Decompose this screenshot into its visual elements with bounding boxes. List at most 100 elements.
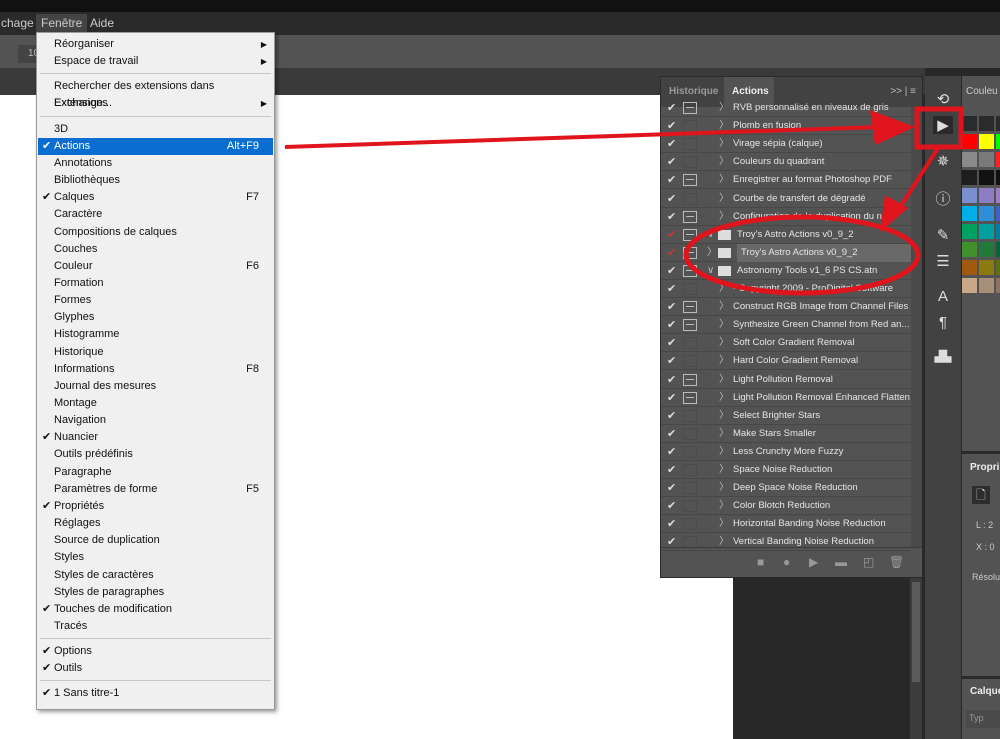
- color-swatch[interactable]: [979, 260, 994, 275]
- menu-item[interactable]: ✔ Propriétés: [38, 498, 273, 515]
- color-swatch[interactable]: [996, 242, 1000, 257]
- menu-item[interactable]: ✔ 1 Sans titre-1: [38, 685, 273, 702]
- expand-icon[interactable]: 〉: [719, 135, 729, 153]
- color-swatch[interactable]: [979, 206, 994, 221]
- color-swatch[interactable]: [962, 170, 977, 185]
- info-icon[interactable]: ⓘ: [933, 188, 953, 209]
- expand-icon[interactable]: 〉: [719, 515, 729, 533]
- dialog-toggle[interactable]: [683, 409, 697, 422]
- toggle-check-icon[interactable]: ✔: [667, 190, 676, 208]
- toggle-check-icon[interactable]: ✔: [667, 443, 676, 461]
- expand-icon[interactable]: 〉: [719, 171, 729, 189]
- action-row[interactable]: ✔ 〉 Hard Color Gradient Removal: [661, 352, 911, 371]
- action-row[interactable]: ✔ 〉 Plomb en fusion: [661, 117, 911, 136]
- menu-item[interactable]: ✔ Nuancier: [38, 429, 273, 446]
- menu-item[interactable]: Bibliothèques: [38, 172, 273, 189]
- color-panel-title[interactable]: Couleu: [966, 86, 998, 97]
- menu-item[interactable]: Caractère: [38, 206, 273, 223]
- expand-icon[interactable]: 〉: [719, 425, 729, 443]
- color-swatch[interactable]: [996, 260, 1000, 275]
- menu-item[interactable]: Styles: [38, 549, 273, 566]
- dialog-toggle[interactable]: [683, 373, 697, 386]
- action-row[interactable]: ✔ 〉 Enregistrer au format Photoshop PDF: [661, 171, 911, 190]
- dialog-toggle[interactable]: [683, 246, 697, 259]
- action-row[interactable]: ✔ 〉 Courbe de transfert de dégradé: [661, 190, 911, 208]
- dialog-toggle[interactable]: [683, 301, 697, 314]
- toggle-check-icon[interactable]: ✔: [667, 371, 676, 389]
- expand-icon[interactable]: 〉: [719, 443, 729, 461]
- navigator-icon[interactable]: ✵: [933, 152, 953, 170]
- action-row[interactable]: ✔ 〉 Configuration de la duplication du ni.…: [661, 208, 911, 226]
- color-swatch[interactable]: [979, 188, 994, 203]
- toggle-check-icon[interactable]: ✔: [667, 262, 676, 280]
- menu-item[interactable]: Journal des mesures: [38, 378, 273, 395]
- action-row[interactable]: ✔ ∨ Astronomy Tools v1_6 PS CS.atn: [661, 262, 911, 280]
- menu-item[interactable]: Montage: [38, 395, 273, 412]
- action-row[interactable]: ✔ 〉 Select Brighter Stars: [661, 407, 911, 425]
- dialog-toggle[interactable]: [683, 156, 697, 169]
- action-row[interactable]: ✔ 〉 Make Stars Smaller: [661, 425, 911, 443]
- color-swatch[interactable]: [979, 278, 994, 293]
- action-row[interactable]: ✔ 〉 RVB personnalisé en niveaux de gris: [661, 99, 911, 117]
- menu-item[interactable]: Extensions ▶: [38, 95, 273, 112]
- dialog-toggle[interactable]: [683, 192, 697, 205]
- color-swatch[interactable]: [962, 116, 977, 131]
- record-icon[interactable]: ●: [783, 555, 790, 569]
- action-row[interactable]: ✔ 〉 Couleurs du quadrant: [661, 153, 911, 172]
- menu-item[interactable]: Espace de travail ▶: [38, 53, 273, 70]
- toggle-check-icon[interactable]: ✔: [667, 99, 676, 117]
- toggle-check-icon[interactable]: ✔: [667, 117, 676, 135]
- actions-scrollbar[interactable]: [911, 107, 922, 547]
- color-swatch[interactable]: [979, 152, 994, 167]
- action-row[interactable]: ✔ 〉 Horizontal Banding Noise Reduction: [661, 515, 911, 534]
- trash-icon[interactable]: 🗑: [889, 555, 904, 569]
- expand-icon[interactable]: 〉: [719, 208, 729, 226]
- menu-item[interactable]: ✔ Outils: [38, 660, 273, 677]
- play-icon[interactable]: ▶: [809, 555, 818, 569]
- color-swatch[interactable]: [979, 242, 994, 257]
- histogram-icon[interactable]: ▟▙: [933, 350, 953, 363]
- expand-icon[interactable]: 〉: [719, 352, 729, 370]
- color-swatch[interactable]: [996, 206, 1000, 221]
- dialog-toggle[interactable]: [683, 319, 697, 332]
- expand-icon[interactable]: 〉: [719, 316, 729, 334]
- dialog-toggle[interactable]: [683, 391, 697, 404]
- dialog-toggle[interactable]: [683, 445, 697, 458]
- brush-icon[interactable]: ✎: [933, 226, 953, 244]
- color-swatch[interactable]: [962, 242, 977, 257]
- color-swatch[interactable]: [962, 206, 977, 221]
- dialog-toggle[interactable]: [683, 355, 697, 368]
- expand-icon[interactable]: 〉: [719, 280, 729, 298]
- toggle-check-icon[interactable]: ✔: [667, 479, 676, 497]
- action-row[interactable]: ✔ 〉 Color Blotch Reduction: [661, 497, 911, 516]
- expand-icon[interactable]: ∨: [707, 262, 714, 280]
- expand-icon[interactable]: 〉: [719, 461, 729, 479]
- expand-icon[interactable]: 〉: [719, 99, 729, 117]
- expand-icon[interactable]: 〉: [707, 244, 717, 262]
- color-swatch[interactable]: [996, 152, 1000, 167]
- toggle-check-icon[interactable]: ✔: [667, 226, 676, 244]
- menu-item[interactable]: Annotations: [38, 155, 273, 172]
- action-row[interactable]: ✔ 〉 Less Crunchy More Fuzzy: [661, 443, 911, 461]
- dialog-toggle[interactable]: [683, 210, 697, 223]
- history-icon[interactable]: ⟲: [933, 90, 953, 108]
- color-swatch[interactable]: [996, 134, 1000, 149]
- color-swatch[interactable]: [962, 278, 977, 293]
- toggle-check-icon[interactable]: ✔: [667, 389, 676, 407]
- toggle-check-icon[interactable]: ✔: [667, 244, 676, 262]
- color-swatch[interactable]: [962, 260, 977, 275]
- menu-aide[interactable]: Aide: [85, 14, 119, 32]
- dialog-toggle[interactable]: [683, 264, 697, 277]
- action-row[interactable]: ✔ 〉 - Copyright 2009 - ProDigital Software: [661, 280, 911, 298]
- color-swatch[interactable]: [962, 188, 977, 203]
- new-action-icon[interactable]: ◰: [863, 555, 874, 569]
- color-swatch[interactable]: [996, 116, 1000, 131]
- dialog-toggle[interactable]: [683, 518, 697, 531]
- toggle-check-icon[interactable]: ✔: [667, 461, 676, 479]
- action-row[interactable]: ✔ 〉 Light Pollution Removal Enhanced Flatt…: [661, 389, 911, 407]
- dialog-toggle[interactable]: [683, 283, 697, 295]
- toggle-check-icon[interactable]: ✔: [667, 515, 676, 533]
- expand-icon[interactable]: 〉: [719, 117, 729, 135]
- menu-item[interactable]: Réglages: [38, 515, 273, 532]
- dialog-toggle[interactable]: [683, 138, 697, 151]
